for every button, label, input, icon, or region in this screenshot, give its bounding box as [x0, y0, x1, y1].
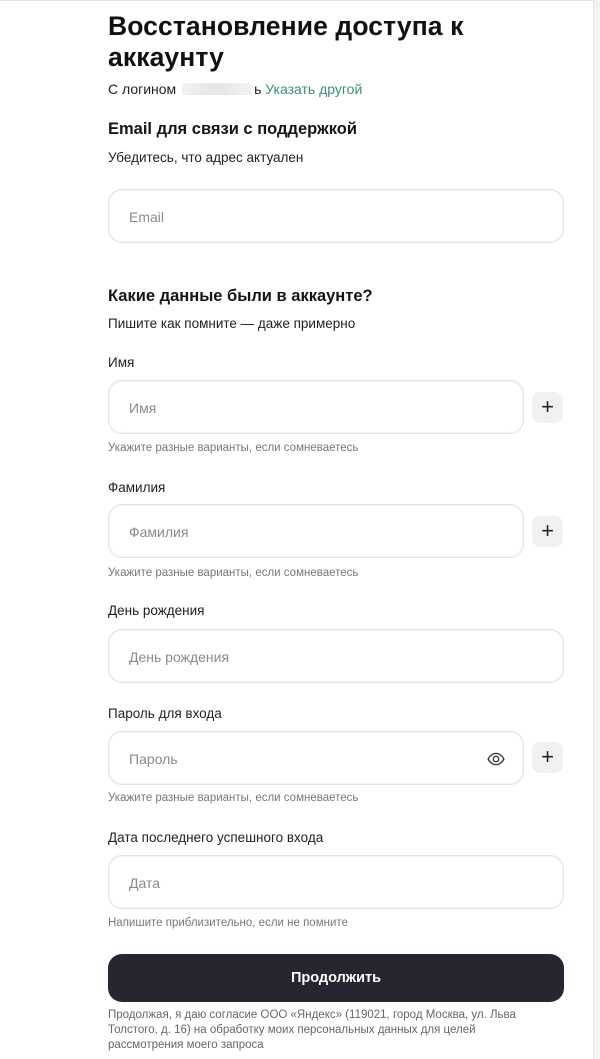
- password-label: Пароль для входа: [108, 706, 222, 721]
- add-password-button[interactable]: +: [532, 742, 563, 773]
- first-name-field[interactable]: [108, 380, 524, 434]
- login-tail: ь: [254, 81, 262, 97]
- birthday-input[interactable]: [129, 647, 469, 667]
- login-row: С логином ь Указать другой: [108, 81, 362, 97]
- last-login-label: Дата последнего успешного входа: [108, 830, 324, 845]
- consent-text: Продолжая, я даю согласие ООО «Яндекс» (…: [108, 1009, 516, 1051]
- first-name-input[interactable]: [129, 398, 469, 418]
- eye-icon[interactable]: [487, 750, 505, 768]
- account-section-heading: Какие данные были в аккаунте?: [108, 287, 373, 305]
- login-prefix: С логином: [108, 81, 177, 97]
- last-login-input[interactable]: [129, 873, 469, 893]
- first-name-label: Имя: [108, 355, 135, 370]
- add-last-name-button[interactable]: +: [532, 516, 563, 547]
- last-name-hint: Укажите разные варианты, если сомневаете…: [108, 567, 359, 579]
- last-login-hint: Напишите приблизительно, если не помните: [108, 917, 348, 929]
- first-name-hint: Укажите разные варианты, если сомневаете…: [108, 442, 359, 454]
- email-section-subtitle: Убедитесь, что адрес актуален: [108, 150, 304, 165]
- page-title: Восстановление доступа к аккаунту: [108, 11, 464, 72]
- last-name-field[interactable]: [108, 504, 524, 558]
- account-section-subtitle: Пишите как помните — даже примерно: [108, 316, 356, 331]
- birthday-field[interactable]: [108, 629, 564, 683]
- scrollbar[interactable]: [593, 0, 600, 1059]
- email-section-heading: Email для связи с поддержкой: [108, 120, 357, 138]
- password-field[interactable]: [108, 731, 524, 785]
- last-name-input[interactable]: [129, 522, 469, 542]
- top-border: [0, 0, 600, 7]
- last-name-label: Фамилия: [108, 480, 166, 495]
- password-input[interactable]: [129, 749, 459, 769]
- add-first-name-button[interactable]: +: [532, 392, 563, 423]
- hidden-login: [182, 83, 253, 95]
- change-login-link[interactable]: Указать другой: [265, 81, 362, 97]
- password-hint: Укажите разные варианты, если сомневаете…: [108, 792, 359, 804]
- email-field[interactable]: [108, 189, 564, 243]
- last-login-field[interactable]: [108, 855, 564, 909]
- email-input[interactable]: [129, 207, 469, 227]
- continue-button[interactable]: Продолжить: [108, 954, 564, 1002]
- birthday-label: День рождения: [108, 603, 205, 618]
